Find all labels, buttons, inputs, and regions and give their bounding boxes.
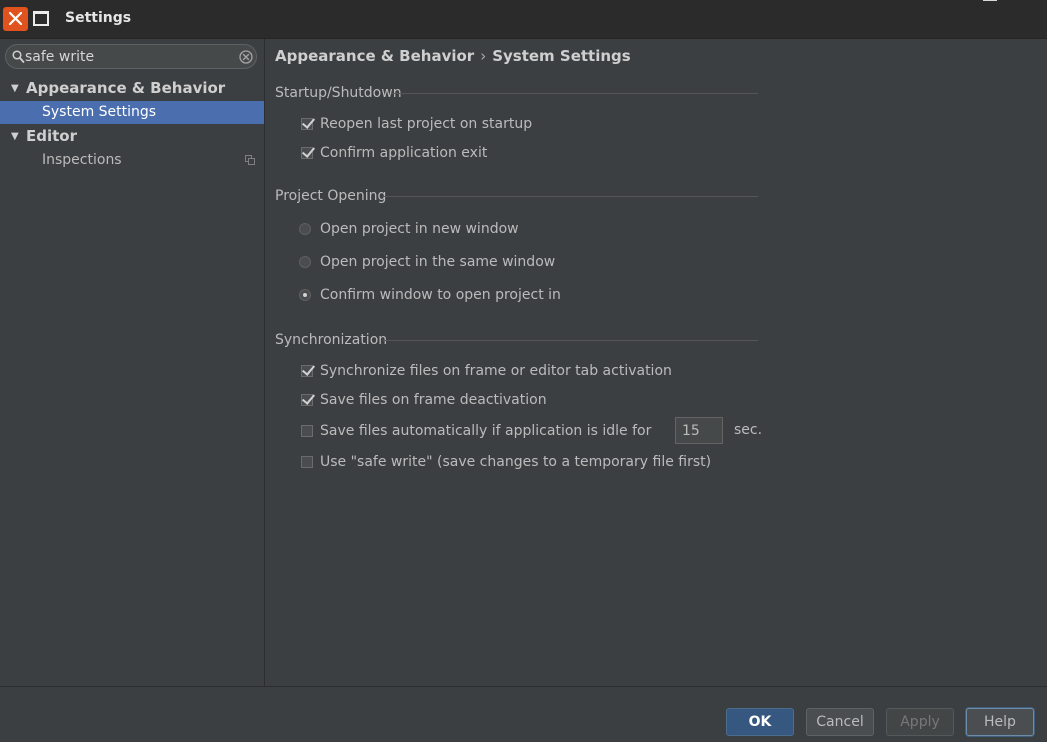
settings-sidebar: ▼ Appearance & Behavior System Settings … <box>0 39 265 686</box>
tree-item-system-settings[interactable]: System Settings <box>0 101 264 124</box>
sync-files-checkbox[interactable]: Synchronize files on frame or editor tab… <box>301 361 672 381</box>
checkbox-box[interactable] <box>301 394 313 406</box>
clear-icon[interactable] <box>239 50 253 64</box>
window-edge-marker <box>983 0 997 1</box>
safe-write-checkbox[interactable]: Use "safe write" (save changes to a temp… <box>301 452 711 472</box>
radio-circle[interactable] <box>299 256 311 268</box>
close-window-button[interactable] <box>3 7 28 31</box>
save-on-deactivation-checkbox[interactable]: Save files on frame deactivation <box>301 390 547 410</box>
radio-open-same-window[interactable]: Open project in the same window <box>299 252 555 272</box>
tree-item-inspections[interactable]: Inspections <box>0 149 264 172</box>
section-title-synchronization: Synchronization <box>275 332 388 348</box>
tree-group-editor[interactable]: ▼ Editor <box>0 125 264 148</box>
checkbox-box[interactable] <box>301 456 313 468</box>
checkbox-box[interactable] <box>301 147 313 159</box>
checkbox-label: Reopen last project on startup <box>320 116 533 132</box>
settings-content: Appearance & Behavior › System Settings St… <box>265 39 1047 686</box>
tree-item-label: Inspections <box>42 152 122 168</box>
radio-confirm-window[interactable]: Confirm window to open project in <box>299 285 561 305</box>
search-icon <box>12 50 25 63</box>
reopen-last-project-checkbox[interactable]: Reopen last project on startup <box>301 114 532 134</box>
copy-icon <box>245 155 255 165</box>
radio-circle[interactable] <box>299 223 311 235</box>
idle-seconds-input[interactable] <box>675 417 723 444</box>
tree-item-label: System Settings <box>42 104 157 120</box>
expanded-arrow-icon[interactable]: ▼ <box>11 77 19 100</box>
checkbox-box[interactable] <box>301 425 313 437</box>
confirm-exit-checkbox[interactable]: Confirm application exit <box>301 143 487 163</box>
title-bar: Settings <box>0 0 1047 39</box>
cancel-button[interactable]: Cancel <box>806 708 874 736</box>
checkbox-box[interactable] <box>301 365 313 377</box>
close-icon <box>9 12 22 25</box>
save-when-idle-checkbox[interactable]: Save files automatically if application … <box>301 421 651 441</box>
checkbox-label: Synchronize files on frame or editor tab… <box>320 363 672 379</box>
expanded-arrow-icon[interactable]: ▼ <box>11 125 19 148</box>
breadcrumb-current: System Settings <box>492 47 631 65</box>
breadcrumb-parent: Appearance & Behavior <box>275 47 475 65</box>
checkbox-box[interactable] <box>301 118 313 130</box>
help-button[interactable]: Help <box>966 708 1034 736</box>
section-title-startup: Startup/Shutdown <box>275 85 402 101</box>
checkbox-label: Confirm application exit <box>320 145 488 161</box>
breadcrumb: Appearance & Behavior › System Settings <box>275 47 631 65</box>
section-title-project-opening: Project Opening <box>275 188 387 204</box>
ok-button[interactable]: OK <box>726 708 794 736</box>
checkbox-label: Save files automatically if application … <box>320 423 652 439</box>
radio-label: Open project in the same window <box>320 254 556 270</box>
section-divider <box>383 196 758 197</box>
search-input[interactable] <box>25 47 230 66</box>
radio-label: Confirm window to open project in <box>320 287 561 303</box>
search-box[interactable] <box>5 44 257 69</box>
breadcrumb-separator: › <box>480 47 487 65</box>
tree-group-label: Editor <box>26 127 77 145</box>
tree-group-appearance-behavior[interactable]: ▼ Appearance & Behavior <box>0 77 264 100</box>
seconds-unit-label: sec. <box>734 422 763 438</box>
window-title: Settings <box>65 10 132 26</box>
footer-divider <box>0 686 1047 687</box>
radio-label: Open project in new window <box>320 221 519 237</box>
tree-group-label: Appearance & Behavior <box>26 79 226 97</box>
checkbox-label: Save files on frame deactivation <box>320 392 547 408</box>
radio-open-new-window[interactable]: Open project in new window <box>299 219 519 239</box>
checkbox-label: Use "safe write" (save changes to a temp… <box>320 454 712 470</box>
section-divider <box>383 340 758 341</box>
radio-circle[interactable] <box>299 289 311 301</box>
apply-button[interactable]: Apply <box>886 708 954 736</box>
maximize-icon[interactable] <box>33 11 49 26</box>
section-divider <box>391 93 758 94</box>
